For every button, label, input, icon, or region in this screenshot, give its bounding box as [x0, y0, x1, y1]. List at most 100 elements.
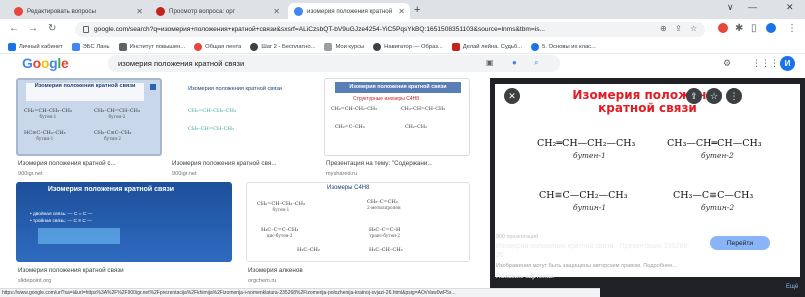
tab-favicon-icon — [14, 6, 23, 16]
share-icon[interactable]: ⇪ — [675, 24, 682, 33]
result-caption[interactable]: Изомерия алкенов — [248, 267, 470, 274]
save-preview-icon[interactable]: ☆ — [706, 88, 722, 104]
bookmark-favicon-icon — [324, 42, 333, 51]
search-icon[interactable]: ⌕ — [534, 58, 538, 68]
result-caption[interactable]: Изомерия положения кратной свя... — [172, 160, 306, 167]
formula-text: CH₂=CH–CH₂–CH₃ — [188, 108, 236, 114]
result-thumbnail[interactable]: Изомеры C4H8 CH₂=CH–CH₂–CH₃ бутен-1 CH₃–C… — [246, 182, 470, 262]
address-bar[interactable]: google.com/search?q=изомерия+положения+к… — [75, 22, 705, 37]
apps-grid-icon[interactable]: ⋮⋮⋮ — [752, 58, 779, 69]
formula-text: CH₃–CH=CH–CH₃ — [401, 107, 446, 112]
preview-formula: CH≡C—CH₂—CH₃ — [539, 190, 628, 201]
tab-label: Редактировать вопросы — [27, 7, 96, 15]
tab-view-question[interactable]: Просмотр вопроса: орг ✕ — [150, 3, 285, 19]
image-result[interactable]: Изомерия положения кратной связи • двойн… — [16, 182, 232, 286]
result-thumbnail[interactable]: Изомерия положения кратной связи CH₂=CH–… — [16, 78, 162, 156]
bookmark-favicon-icon — [531, 42, 540, 51]
preview-formula: CH₃—C≡C—CH₃ — [673, 190, 754, 201]
bookmark-favicon-icon — [118, 42, 127, 51]
more-options-icon[interactable]: ⋮ — [726, 88, 742, 104]
tab-close-icon[interactable]: ✕ — [273, 7, 280, 16]
settings-gear-icon[interactable]: ⚙ — [723, 58, 731, 69]
result-source: 900igr.net — [172, 171, 197, 177]
tab-search-button[interactable]: ∨ — [727, 2, 734, 13]
avatar[interactable]: И — [780, 56, 795, 71]
bookmark-favicon-icon — [373, 42, 382, 51]
slide-title-box: Изомерия положения кратной связи — [26, 83, 144, 101]
tab-close-icon[interactable]: ✕ — [398, 7, 405, 16]
bookmark-item[interactable]: Общая лента — [194, 42, 241, 51]
bookmark-item[interactable]: Мои курсы — [324, 42, 364, 51]
bookmark-item[interactable]: Институт повышен... — [118, 42, 185, 51]
browser-tab-strip: Редактировать вопросы ✕ Просмотр вопроса… — [0, 0, 805, 19]
bookmark-star-icon[interactable]: ☆ — [690, 24, 697, 33]
zoom-icon[interactable]: ⊕ — [660, 24, 667, 33]
copyright-notice[interactable]: Изображения могут быть защищены авторски… — [496, 263, 796, 269]
bookmark-item[interactable]: Навигатор — Образ... — [373, 42, 443, 51]
back-arrow-icon[interactable]: ← — [9, 23, 19, 34]
slide-bullets: • двойная связь: — C = C — • тройная свя… — [30, 212, 93, 224]
formula-text: H₃C–C=C–CH₃ цис-бутен-2 — [261, 227, 299, 238]
tab-close-icon[interactable]: ✕ — [136, 7, 143, 16]
new-tab-button[interactable]: + — [414, 4, 420, 16]
more-link[interactable]: Ещё — [786, 284, 798, 290]
minimize-button[interactable]: — — [748, 2, 757, 12]
image-result[interactable]: Изомерия положения кратной связи Структу… — [324, 78, 474, 180]
bookmark-item[interactable]: Шаг 2 - Бесплатно... — [250, 42, 315, 51]
browser-toolbar: ← → ↻ google.com/search?q=изомерия+полож… — [0, 19, 805, 40]
bookmark-item[interactable]: ЭБС Лань — [71, 42, 110, 51]
result-caption[interactable]: Изомерия положения кратной с... — [18, 160, 162, 167]
formula-text: CH₃–C=CH₂ 2-метилпропен — [367, 199, 401, 210]
formula-text: CH₃–CH=CH–CH₃ — [188, 126, 234, 132]
bookmark-item[interactable]: 5. Основы их клас... — [531, 42, 596, 51]
tab-edit-questions[interactable]: Редактировать вопросы ✕ — [8, 3, 148, 19]
formula-text: CH₂–CH₂ — [405, 125, 427, 130]
bookmark-item[interactable]: Делай лейна. Судьб... — [451, 42, 522, 51]
preview-result-title[interactable]: Изомерия положения кратной связи - Презе… — [496, 242, 696, 260]
search-box[interactable]: изомерия положения кратной связи ▣ ● ⌕ — [108, 55, 560, 72]
formula-text: HC≡C–CH₂–CH₃ бутин-1 — [24, 130, 66, 141]
result-thumbnail[interactable]: Изомерия положения кратной связи CH₂=CH–… — [170, 78, 302, 156]
pin-icon[interactable]: ✱ — [735, 23, 743, 34]
image-result[interactable]: Изомеры C4H8 CH₂=CH–CH₂–CH₃ бутен-1 CH₃–C… — [246, 182, 470, 286]
menu-dots-icon[interactable]: ⋮ — [787, 23, 797, 34]
bookmark-item[interactable]: Личный кабинет — [8, 42, 63, 51]
image-result[interactable]: Изомерия положения кратной связи CH₂=CH–… — [170, 78, 306, 180]
result-caption[interactable]: Изомерия положения кратной связи — [18, 267, 232, 274]
extension-icon[interactable] — [718, 23, 728, 33]
profile-icon[interactable] — [766, 23, 776, 33]
search-by-image-icon[interactable]: ▣ — [486, 58, 494, 67]
tab-image-search[interactable]: изомерия положения кратной ✕ — [288, 3, 410, 19]
result-source: slidepoint.org — [18, 278, 52, 284]
close-preview-icon[interactable]: ✕ — [504, 88, 520, 104]
google-favicon-icon — [294, 6, 303, 16]
preview-formula-name: бутен-1 — [573, 151, 606, 160]
visit-button[interactable]: Перейти — [710, 236, 770, 250]
slide-title-box: Изомерия положения кратной связи — [335, 82, 461, 93]
search-input[interactable]: изомерия положения кратной связи — [118, 59, 244, 68]
bookmark-favicon-icon — [194, 42, 203, 51]
side-panel-icon[interactable]: ▯ — [751, 23, 757, 34]
forward-arrow-icon[interactable]: → — [28, 23, 38, 34]
preview-formula-name: бутин-1 — [573, 203, 607, 212]
formula-text: CH₂=C–CH₃ — [335, 125, 365, 130]
result-source: myshared.ru — [326, 171, 358, 177]
tab-label: Просмотр вопроса: орг — [169, 7, 235, 15]
close-window-button[interactable]: ✕ — [786, 2, 794, 13]
bookmarks-bar: Личный кабинет ЭБС Лань Институт повышен… — [0, 40, 805, 54]
slide-highlight — [38, 228, 120, 244]
result-caption[interactable]: Презентация на тему: "Содержани... — [326, 160, 472, 167]
google-logo[interactable]: Google — [22, 55, 69, 71]
related-heading: Похожие картинки — [496, 273, 554, 280]
status-url-bar: https://www.google.com/url?sa=i&url=http… — [0, 288, 600, 297]
image-result[interactable]: Изомерия положения кратной связи CH₂=CH–… — [16, 78, 162, 180]
formula-text: CH₃–CH=CH–CH₃ бутен-2 — [94, 108, 140, 119]
address-url[interactable]: google.com/search?q=изомерия+положения+к… — [94, 26, 654, 33]
result-thumbnail[interactable]: Изомерия положения кратной связи Структу… — [324, 78, 470, 156]
result-thumbnail[interactable]: Изомерия положения кратной связи • двойн… — [16, 182, 232, 262]
formula-text: CH₂=CH–CH₂–CH₃ бутен-1 — [257, 201, 305, 212]
reload-icon[interactable]: ↻ — [48, 23, 56, 34]
lock-icon — [83, 26, 89, 33]
voice-search-icon[interactable]: ● — [512, 58, 517, 67]
share-preview-icon[interactable]: ⇪ — [686, 88, 702, 104]
